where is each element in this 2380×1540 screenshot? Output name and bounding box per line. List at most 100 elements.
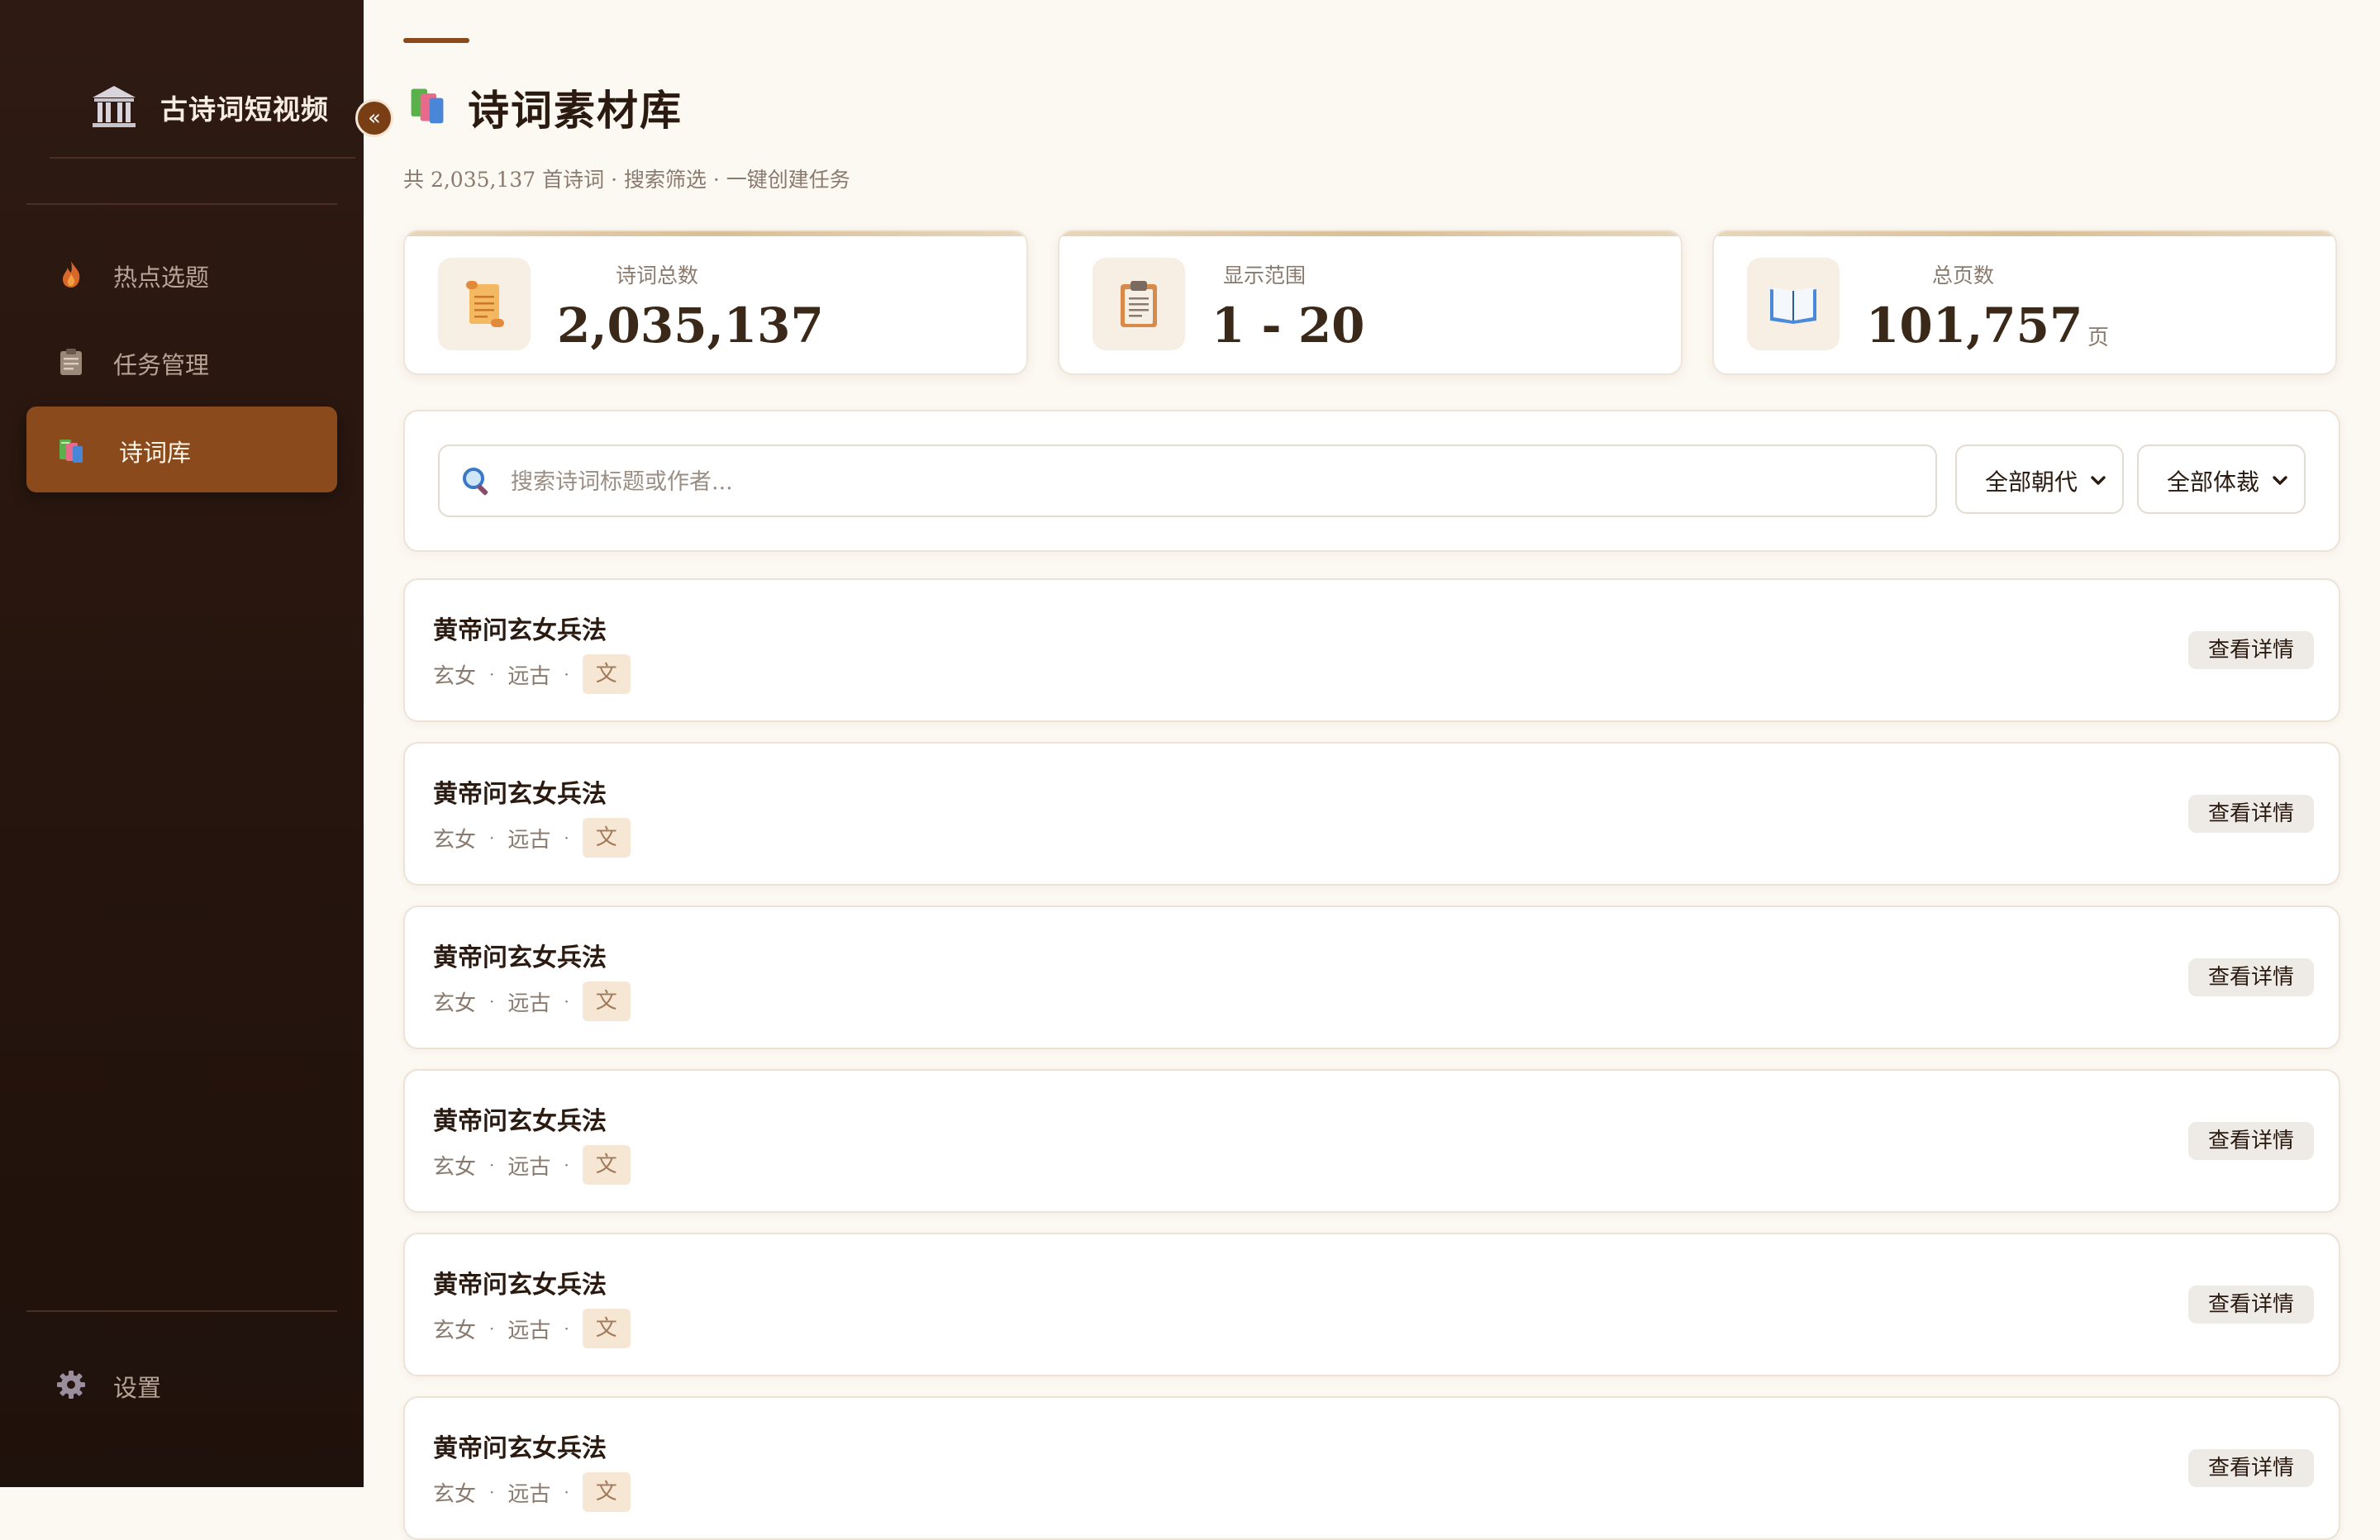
sidebar-item-task-management[interactable]: 任务管理 [26, 319, 337, 405]
separator-dot: · [489, 1319, 495, 1338]
list-item: 黄帝问玄女兵法 玄女 · 远古 · 文 查看详情 [403, 1396, 2340, 1540]
separator-dot: · [564, 1319, 569, 1338]
poem-title: 黄帝问玄女兵法 [433, 1107, 607, 1136]
sidebar: 古诗词短视频 热点选题 任务管理 诗词库 设置 [0, 0, 364, 1487]
stat-icon-box [438, 258, 531, 350]
page-title: 诗词素材库 [468, 86, 683, 135]
stat-value: 2,035,137 [557, 297, 824, 354]
genre-select[interactable]: 全部体裁 [2137, 444, 2306, 514]
search-icon [463, 468, 488, 496]
poem-genre-tag: 文 [582, 654, 631, 694]
view-details-button[interactable]: 查看详情 [2188, 1122, 2314, 1160]
list-item: 黄帝问玄女兵法 玄女 · 远古 · 文 查看详情 [403, 578, 2340, 722]
open-book-icon [1770, 288, 1816, 324]
poem-meta: 玄女 · 远古 · 文 [433, 1472, 631, 1512]
poem-meta: 玄女 · 远古 · 文 [433, 818, 631, 858]
sidebar-item-label: 诗词库 [119, 439, 192, 467]
settings-label: 设置 [113, 1374, 162, 1402]
poem-author: 玄女 [433, 991, 477, 1016]
poem-author: 玄女 [433, 1318, 477, 1343]
poem-dynasty: 远古 [507, 827, 551, 853]
separator-dot: · [489, 1482, 495, 1502]
poem-meta: 玄女 · 远古 · 文 [433, 982, 631, 1021]
stat-unit: 页 [2087, 326, 2110, 350]
sidebar-divider [26, 203, 337, 205]
separator-dot: · [489, 1155, 495, 1175]
clipboard-icon [60, 349, 82, 375]
collapse-sidebar-button[interactable]: « [355, 99, 393, 137]
dynasty-select-value: 全部朝代 [1985, 468, 2078, 496]
sidebar-item-poetry-library[interactable]: 诗词库 [26, 406, 337, 492]
poem-dynasty: 远古 [507, 1154, 551, 1180]
view-details-button[interactable]: 查看详情 [2188, 631, 2314, 669]
poem-dynasty: 远古 [507, 991, 551, 1016]
poem-title: 黄帝问玄女兵法 [433, 1271, 607, 1300]
poem-meta: 玄女 · 远古 · 文 [433, 1145, 631, 1185]
poem-author: 玄女 [433, 663, 477, 689]
poem-title: 黄帝问玄女兵法 [433, 943, 607, 972]
stat-value: 1 - 20 [1211, 297, 1365, 354]
poem-genre-tag: 文 [582, 1472, 631, 1512]
stat-card-pages: 总页数 101,757 页 [1712, 230, 2337, 375]
stat-label: 诗词总数 [616, 264, 699, 288]
stat-value: 101,757 [1866, 297, 2083, 354]
app-name: 古诗词短视频 [160, 93, 329, 126]
poem-genre-tag: 文 [582, 1309, 631, 1348]
stat-label: 显示范围 [1223, 264, 1307, 288]
chevron-down-icon [2091, 476, 2106, 485]
dynasty-select[interactable]: 全部朝代 [1955, 444, 2124, 514]
view-details-button[interactable]: 查看详情 [2188, 1449, 2314, 1487]
separator-dot: · [489, 828, 495, 848]
poem-dynasty: 远古 [507, 1318, 551, 1343]
title-accent-bar [403, 38, 469, 43]
sidebar-item-label: 任务管理 [113, 351, 210, 379]
classical-building-icon [93, 86, 136, 127]
poem-title: 黄帝问玄女兵法 [433, 1434, 607, 1463]
stat-icon-box [1747, 258, 1840, 350]
books-icon [411, 88, 444, 124]
poem-dynasty: 远古 [507, 1481, 551, 1507]
fire-icon [63, 261, 80, 288]
poem-genre-tag: 文 [582, 1145, 631, 1185]
poem-title: 黄帝问玄女兵法 [433, 616, 607, 645]
sidebar-item-hot-topics[interactable]: 热点选题 [26, 231, 337, 317]
gear-icon [57, 1371, 85, 1399]
clipboard-icon [1121, 281, 1157, 327]
scroll-icon [466, 281, 504, 327]
separator-dot: · [564, 828, 569, 848]
poem-meta: 玄女 · 远古 · 文 [433, 1309, 631, 1348]
separator-dot: · [564, 1482, 569, 1502]
separator-dot: · [489, 664, 495, 684]
view-details-button[interactable]: 查看详情 [2188, 795, 2314, 833]
search-panel: 全部朝代 全部体裁 [403, 410, 2340, 552]
search-box [438, 444, 1937, 517]
sidebar-item-label: 热点选题 [113, 264, 210, 292]
separator-dot: · [564, 1155, 569, 1175]
chevron-down-icon [2273, 476, 2287, 485]
list-item: 黄帝问玄女兵法 玄女 · 远古 · 文 查看详情 [403, 905, 2340, 1049]
genre-select-value: 全部体裁 [2167, 468, 2260, 496]
poem-author: 玄女 [433, 1481, 477, 1507]
separator-dot: · [564, 664, 569, 684]
view-details-button[interactable]: 查看详情 [2188, 958, 2314, 996]
poem-author: 玄女 [433, 827, 477, 853]
poem-genre-tag: 文 [582, 982, 631, 1021]
poem-meta: 玄女 · 远古 · 文 [433, 654, 631, 694]
poem-author: 玄女 [433, 1154, 477, 1180]
stat-icon-box [1092, 258, 1185, 350]
stat-label: 总页数 [1932, 264, 1995, 288]
stat-card-range: 显示范围 1 - 20 [1058, 230, 1683, 375]
books-icon [60, 440, 83, 463]
sidebar-divider [26, 1310, 337, 1312]
view-details-button[interactable]: 查看详情 [2188, 1286, 2314, 1324]
separator-dot: · [489, 991, 495, 1011]
stat-card-total: 诗词总数 2,035,137 [403, 230, 1028, 375]
brand: 古诗词短视频 [50, 50, 355, 159]
main-content: 诗词素材库 共 2,035,137 首诗词 · 搜索筛选 · 一键创建任务 诗词… [364, 0, 2380, 1540]
list-item: 黄帝问玄女兵法 玄女 · 远古 · 文 查看详情 [403, 1233, 2340, 1376]
search-input[interactable] [509, 458, 1917, 506]
sidebar-item-settings[interactable]: 设置 [26, 1342, 337, 1428]
list-item: 黄帝问玄女兵法 玄女 · 远古 · 文 查看详情 [403, 742, 2340, 886]
page-subtitle: 共 2,035,137 首诗词 · 搜索筛选 · 一键创建任务 [403, 168, 850, 192]
poem-title: 黄帝问玄女兵法 [433, 780, 607, 809]
